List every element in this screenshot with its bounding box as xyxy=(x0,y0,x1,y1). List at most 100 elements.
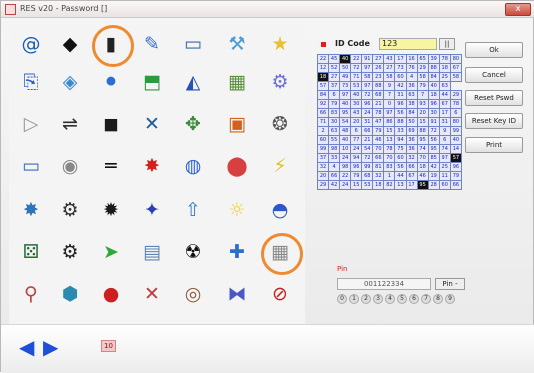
knot-icon[interactable]: ❂ xyxy=(264,108,296,140)
digit-button[interactable]: 3 xyxy=(373,294,383,304)
pen-icon[interactable]: ✎ xyxy=(136,28,168,60)
number-grid-row: 92 79 40 30 96 21 0 96 38 93 96 67 78 xyxy=(316,99,463,109)
dice-icon[interactable]: ⚄ xyxy=(15,236,47,268)
sail-icon[interactable]: ◭ xyxy=(177,66,209,98)
dna-icon[interactable]: ⧓ xyxy=(221,278,253,310)
number-cell: 30 xyxy=(328,117,341,127)
number-cell: 66 xyxy=(328,171,341,181)
spiral-icon[interactable]: ◎ xyxy=(177,278,209,310)
number-cell: 13 xyxy=(394,180,407,190)
id-code-button[interactable]: || xyxy=(439,38,455,50)
play-icon[interactable]: ▷ xyxy=(15,108,47,140)
grid-square-icon[interactable]: ▦ xyxy=(261,233,303,275)
pin-field[interactable]: 001122334 xyxy=(337,278,431,290)
star-icon[interactable]: ★ xyxy=(264,28,296,60)
number-cell: 22 xyxy=(316,54,330,64)
magnet-icon[interactable]: ⚲ xyxy=(15,278,47,310)
virus-icon[interactable]: ✹ xyxy=(95,194,127,226)
digit-button[interactable]: 2 xyxy=(361,294,371,304)
lightning-icon[interactable]: ⚡ xyxy=(264,150,296,182)
puzzle-icon[interactable]: ✥ xyxy=(177,108,209,140)
number-cell: 18 xyxy=(427,90,440,100)
square-icon[interactable]: ◼ xyxy=(95,108,127,140)
arrow-icon[interactable]: ➤ xyxy=(95,236,127,268)
x-cross-icon[interactable]: ✕ xyxy=(136,108,168,140)
number-cell: 29 xyxy=(416,63,429,73)
number-cell: 84 xyxy=(405,108,418,118)
plug-icon[interactable]: ✚ xyxy=(221,236,253,268)
cogs-icon[interactable]: ⚙ xyxy=(264,66,296,98)
tools-icon[interactable]: ⚒ xyxy=(221,28,253,60)
gears-icon[interactable]: ⚙ xyxy=(54,194,86,226)
digit-button[interactable]: 7 xyxy=(421,294,431,304)
diamond-icon[interactable]: ◆ xyxy=(54,28,86,60)
digit-row: 0123456789 xyxy=(337,294,455,304)
number-grid-row: 18 27 49 71 58 23 58 60 4 58 84 25 58 xyxy=(316,72,463,82)
switch-icon[interactable]: ◉ xyxy=(54,150,86,182)
digit-button[interactable]: 8 xyxy=(433,294,443,304)
number-cell: 28 xyxy=(427,180,440,190)
cancel-button[interactable]: Cancel xyxy=(465,67,523,83)
number-cell: 36 xyxy=(405,135,418,145)
number-grid-row: 84 6 97 40 72 68 7 31 63 7 18 44 29 xyxy=(316,90,463,100)
close-button[interactable]: x xyxy=(505,3,531,16)
digit-button[interactable]: 6 xyxy=(409,294,419,304)
number-cell: 26 xyxy=(372,63,385,73)
digit-button[interactable]: 4 xyxy=(385,294,395,304)
digit-button[interactable]: 9 xyxy=(445,294,455,304)
number-cell: 46 xyxy=(372,135,385,145)
number-grid: 22 45 40 22 91 27 43 17 16 65 39 78 80 12 52 50 72 97 26 27… xyxy=(316,54,463,190)
number-cell: 2 xyxy=(316,126,330,136)
id-code-input[interactable]: 123 xyxy=(379,38,437,50)
back-arrow-icon[interactable]: ◀ xyxy=(19,337,34,357)
document-arrow-icon[interactable]: ⎘ xyxy=(15,66,47,98)
cube-blue-icon[interactable]: ⬢ xyxy=(54,278,86,310)
reset-pswd-button[interactable]: Reset Pswd xyxy=(465,90,523,106)
cube-icon[interactable]: ◈ xyxy=(54,66,86,98)
at-sign-icon[interactable]: @ xyxy=(15,28,47,60)
number-cell: 72 xyxy=(427,126,440,136)
color-balls-icon[interactable]: ⬤ xyxy=(221,150,253,182)
no-entry-icon[interactable]: ⊘ xyxy=(264,278,296,310)
number-cell: 18 xyxy=(416,162,429,172)
print-button[interactable]: Print xyxy=(465,137,523,153)
pin-button[interactable]: Pin - xyxy=(435,278,465,290)
number-cell: 58 xyxy=(383,72,396,82)
barcode-icon[interactable]: ▮ xyxy=(92,25,134,67)
card-icon[interactable]: ▭ xyxy=(177,28,209,60)
window-icon[interactable]: ▭ xyxy=(15,150,47,182)
radiation-icon[interactable]: ☢ xyxy=(177,236,209,268)
number-cell: 46 xyxy=(416,171,429,181)
number-cell: 78 xyxy=(383,144,396,154)
network-icon[interactable]: ⚫ xyxy=(95,66,127,98)
picture-icon[interactable]: ▦ xyxy=(221,66,253,98)
ok-button[interactable]: Ok xyxy=(465,42,523,58)
digit-button[interactable]: 1 xyxy=(349,294,359,304)
digit-button[interactable]: 0 xyxy=(337,294,347,304)
upload-icon[interactable]: ⇧ xyxy=(177,194,209,226)
number-cell: 47 xyxy=(372,117,385,127)
reset-key-id-button[interactable]: Reset Key ID xyxy=(465,113,523,129)
number-cell: 20 xyxy=(316,171,330,181)
sparkle-icon[interactable]: ✸ xyxy=(136,150,168,182)
times-icon[interactable]: ✕ xyxy=(136,278,168,310)
red-balls-icon[interactable]: ● xyxy=(95,278,127,310)
web-icon[interactable]: ✸ xyxy=(15,194,47,226)
number-cell: 66 xyxy=(361,126,374,136)
engine-icon[interactable]: ⚙ xyxy=(54,236,86,268)
equals-icon[interactable]: ═ xyxy=(95,150,127,182)
toggle-icon[interactable]: ⇌ xyxy=(54,108,86,140)
number-cell: 33 xyxy=(394,126,407,136)
helmet-icon[interactable]: ◓ xyxy=(264,194,296,226)
forward-arrow-icon[interactable]: ▶ xyxy=(43,337,58,357)
number-cell: 15 xyxy=(383,126,396,136)
figure-icon[interactable]: ✦ xyxy=(136,194,168,226)
digit-button[interactable]: 5 xyxy=(397,294,407,304)
bulb-icon[interactable]: ☼ xyxy=(221,194,253,226)
gift-icon[interactable]: ⬒ xyxy=(136,66,168,98)
abc-block-icon[interactable]: ▣ xyxy=(221,108,253,140)
disc-icon[interactable]: ◍ xyxy=(177,150,209,182)
number-cell: 40 xyxy=(339,135,352,145)
clipboard-icon[interactable]: ▤ xyxy=(136,236,168,268)
number-cell: 58 xyxy=(416,72,429,82)
